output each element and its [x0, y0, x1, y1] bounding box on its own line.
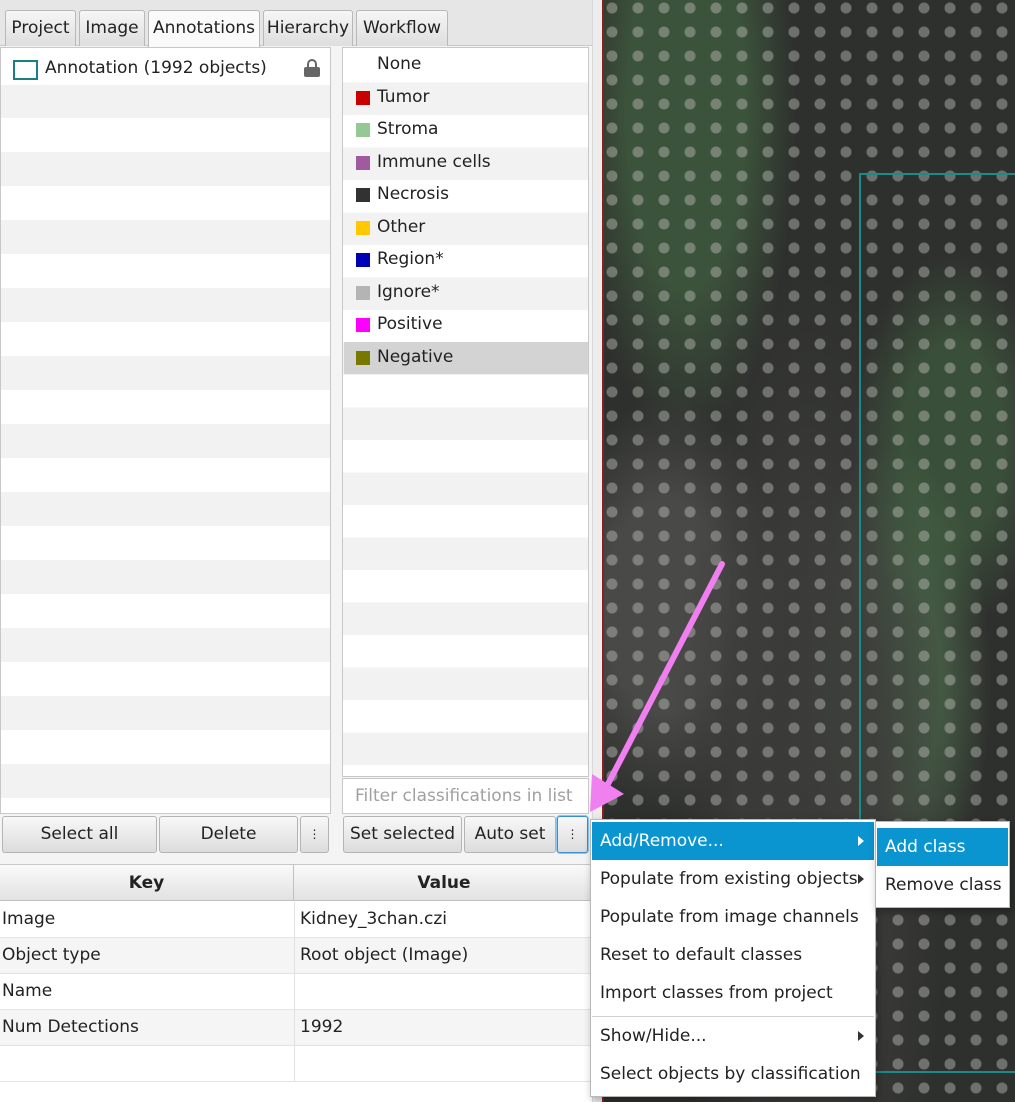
tab-annotations[interactable]: Annotations [148, 10, 260, 47]
menu-item-populate-existing[interactable]: Populate from existing objects [592, 860, 874, 898]
class-color-swatch [356, 221, 370, 235]
class-label: Region* [377, 249, 444, 269]
menu-item-select-by-classification[interactable]: Select objects by classification [592, 1055, 874, 1093]
class-item-other[interactable]: Other [344, 212, 588, 244]
row-value: Root object (Image) [300, 945, 469, 965]
class-label: Necrosis [377, 184, 449, 204]
class-label: None [377, 54, 422, 74]
add-remove-submenu: Add class Remove class [875, 821, 1010, 908]
class-label: Immune cells [377, 152, 491, 172]
class-item-region[interactable]: Region* [344, 244, 588, 276]
class-item-negative[interactable]: Negative [344, 342, 588, 374]
class-color-swatch [356, 91, 370, 105]
auto-set-button[interactable]: Auto set [464, 816, 556, 853]
tab-workflow[interactable]: Workflow [356, 10, 448, 46]
class-label: Other [377, 217, 426, 237]
menu-item-import-classes[interactable]: Import classes from project [592, 974, 874, 1012]
class-label: Negative [377, 347, 454, 367]
classification-list[interactable]: None Tumor Stroma Immune cells Necrosis … [342, 47, 589, 777]
tab-bar: Project Image Annotations Hierarchy Work… [0, 0, 598, 47]
classification-more-options-button[interactable]: ⋮ [557, 816, 588, 853]
set-selected-button[interactable]: Set selected [343, 816, 462, 853]
class-color-swatch [356, 253, 370, 267]
annotation-more-options-button[interactable]: ⋮ [300, 816, 329, 853]
row-value: Kidney_3chan.czi [300, 909, 447, 929]
column-header-value[interactable]: Value [294, 865, 594, 901]
menu-item-show-hide[interactable]: Show/Hide... [592, 1017, 874, 1055]
lock-icon [304, 59, 320, 77]
table-header: Key Value [0, 865, 598, 901]
row-key: Image [2, 909, 56, 929]
annotation-list[interactable]: Annotation (1992 objects) [0, 47, 331, 814]
menu-item-remove-class[interactable]: Remove class [877, 866, 1008, 904]
annotation-rectangle[interactable] [859, 173, 1015, 1073]
row-key: Num Detections [2, 1017, 139, 1037]
class-label: Stroma [377, 119, 439, 139]
submenu-arrow-icon [858, 1031, 864, 1041]
table-row[interactable]: Image Kidney_3chan.czi [0, 902, 598, 938]
column-header-key[interactable]: Key [0, 865, 294, 901]
tab-hierarchy[interactable]: Hierarchy [263, 10, 353, 46]
class-label: Tumor [377, 87, 430, 107]
tab-project[interactable]: Project [5, 10, 76, 46]
row-key: Object type [2, 945, 101, 965]
annotation-color-swatch [13, 60, 38, 80]
menu-item-populate-channels[interactable]: Populate from image channels [592, 898, 874, 936]
row-key: Name [2, 981, 53, 1001]
pointer-arrow-icon [590, 561, 725, 812]
class-item-ignore[interactable]: Ignore* [344, 277, 588, 309]
class-item-stroma[interactable]: Stroma [344, 114, 588, 146]
annotation-list-item[interactable]: Annotation (1992 objects) [1, 51, 330, 85]
tab-image[interactable]: Image [79, 10, 145, 46]
class-item-none[interactable]: None [344, 49, 588, 81]
table-row[interactable]: Num Detections 1992 [0, 1010, 598, 1046]
menu-item-add-class[interactable]: Add class [877, 828, 1008, 866]
class-color-swatch [356, 188, 370, 202]
table-row[interactable]: Name [0, 974, 598, 1010]
class-item-tumor[interactable]: Tumor [344, 82, 588, 114]
class-color-swatch [356, 123, 370, 137]
class-item-necrosis[interactable]: Necrosis [344, 179, 588, 211]
annotation-label: Annotation (1992 objects) [45, 58, 267, 78]
class-color-swatch [356, 286, 370, 300]
class-item-immune-cells[interactable]: Immune cells [344, 147, 588, 179]
menu-item-reset-defaults[interactable]: Reset to default classes [592, 936, 874, 974]
submenu-arrow-icon [858, 874, 864, 884]
class-label: Positive [377, 314, 443, 334]
class-color-swatch [356, 318, 370, 332]
row-value: 1992 [300, 1017, 344, 1037]
delete-button[interactable]: Delete [159, 816, 298, 853]
context-menu: Add/Remove... Populate from existing obj… [590, 819, 876, 1097]
menu-item-add-remove[interactable]: Add/Remove... [592, 822, 874, 860]
class-color-swatch [356, 351, 370, 365]
properties-table: Key Value Image Kidney_3chan.czi Object … [0, 864, 598, 1102]
submenu-arrow-icon [858, 836, 864, 846]
class-item-positive[interactable]: Positive [344, 309, 588, 341]
class-label: Ignore* [377, 282, 440, 302]
table-row[interactable]: Object type Root object (Image) [0, 938, 598, 974]
class-color-swatch [356, 156, 370, 170]
table-row [0, 1046, 598, 1082]
select-all-button[interactable]: Select all [2, 816, 157, 853]
filter-classifications-input[interactable] [342, 778, 589, 814]
